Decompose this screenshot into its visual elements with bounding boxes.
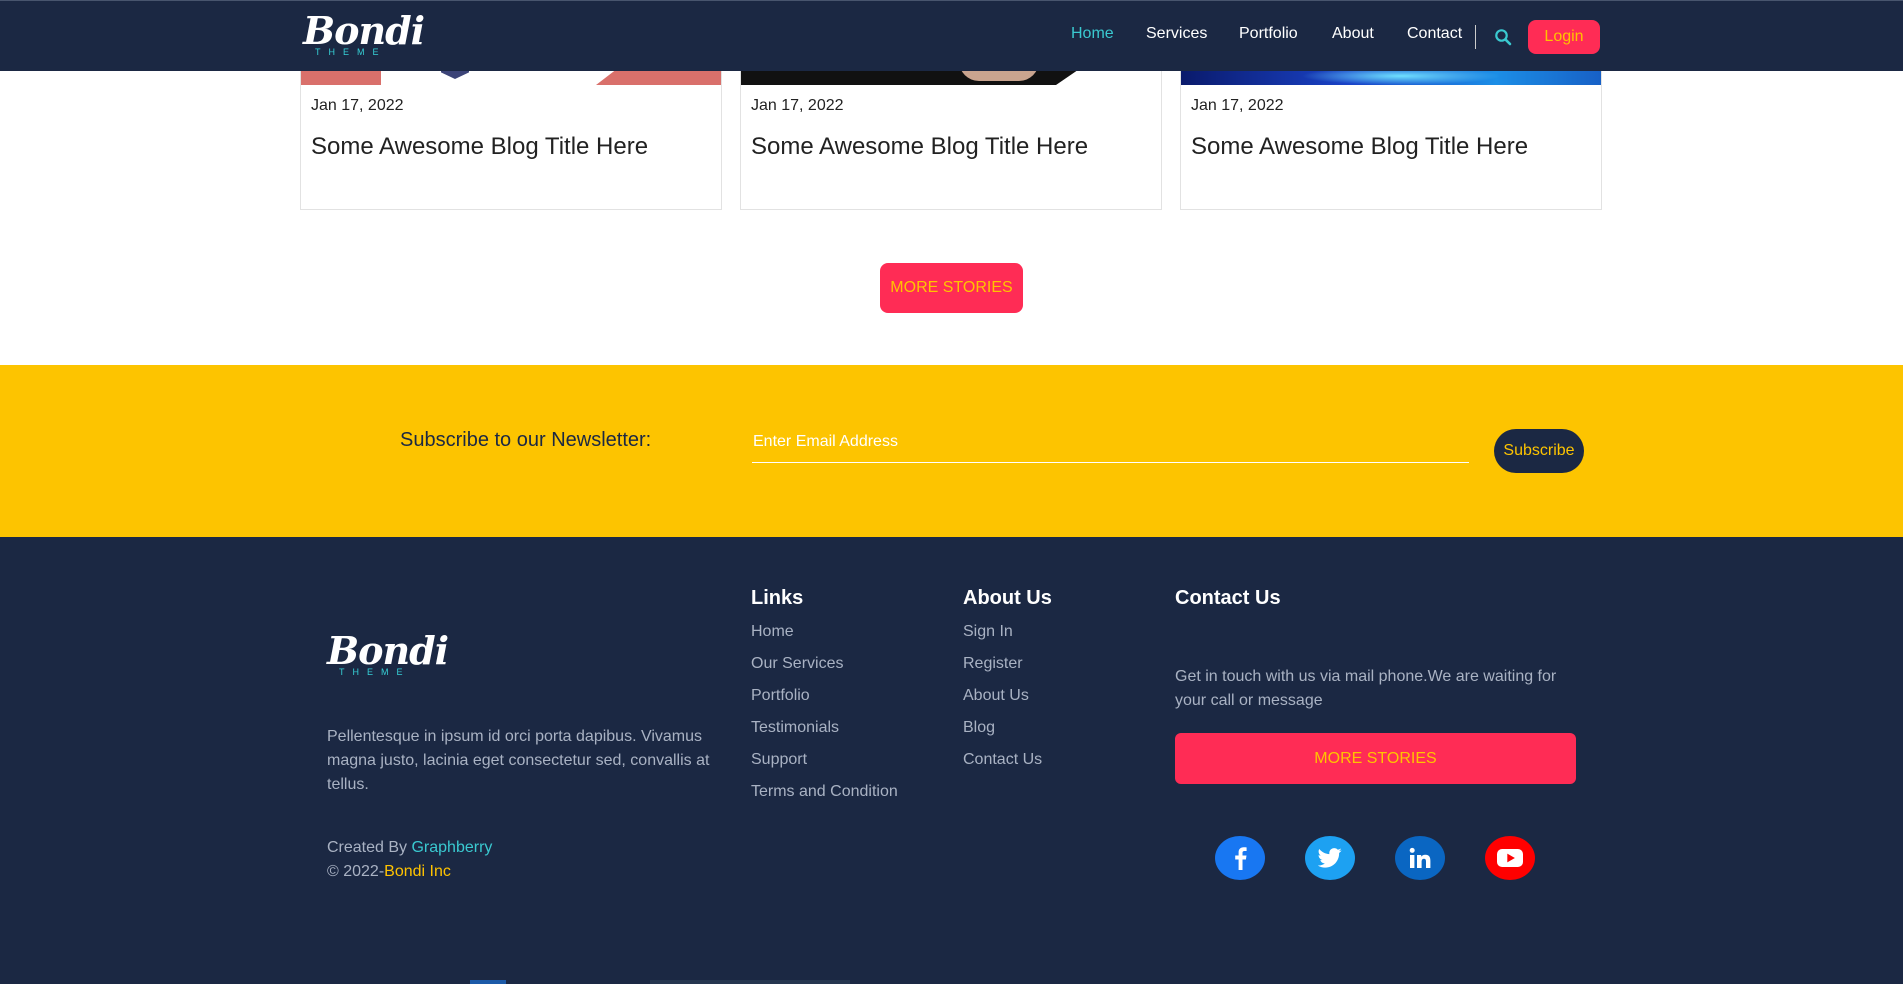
blog-card-date: Jan 17, 2022	[751, 97, 844, 114]
logo-script: Bondi	[303, 8, 425, 53]
blog-card-title[interactable]: Some Awesome Blog Title Here	[751, 133, 1088, 161]
nav-divider	[1475, 25, 1476, 49]
top-navbar: Bondi THEME Home Services Portfolio Abou…	[0, 0, 1903, 71]
copyright-link[interactable]: Bondi Inc	[384, 863, 451, 880]
nav-item-home[interactable]: Home	[1071, 25, 1114, 43]
blog-card-date: Jan 17, 2022	[311, 97, 404, 114]
youtube-icon[interactable]	[1485, 836, 1535, 880]
footer-link-about-us[interactable]: About Us	[963, 687, 1029, 705]
linkedin-icon[interactable]	[1395, 836, 1445, 880]
footer-logo-subtitle: THEME	[339, 667, 411, 677]
nav-item-services[interactable]: Services	[1146, 25, 1207, 43]
links-heading: Links	[751, 587, 804, 609]
login-button[interactable]: Login	[1528, 20, 1600, 54]
contact-heading: Contact Us	[1175, 587, 1281, 609]
footer-link-our-services[interactable]: Our Services	[751, 655, 843, 673]
email-input[interactable]	[752, 422, 1469, 463]
search-icon[interactable]	[1494, 28, 1512, 46]
created-by-link[interactable]: Graphberry	[411, 839, 492, 856]
facebook-icon[interactable]	[1215, 836, 1265, 880]
footer-link-register[interactable]: Register	[963, 655, 1023, 673]
contact-more-stories-button[interactable]: MORE STORIES	[1175, 733, 1576, 784]
footer-link-home[interactable]: Home	[751, 623, 794, 641]
footer-logo[interactable]: Bondi THEME	[327, 631, 449, 681]
blog-card-title[interactable]: Some Awesome Blog Title Here	[1191, 133, 1528, 161]
nav-item-portfolio[interactable]: Portfolio	[1239, 25, 1298, 43]
footer-link-blog[interactable]: Blog	[963, 719, 995, 737]
blog-card-date: Jan 17, 2022	[1191, 97, 1284, 114]
footer: Bondi THEME Pellentesque in ipsum id orc…	[0, 537, 1903, 984]
copyright-prefix: © 2022-	[327, 863, 385, 880]
footer-link-terms[interactable]: Terms and Condition	[751, 783, 898, 801]
more-stories-button[interactable]: MORE STORIES	[880, 263, 1023, 313]
logo-subtitle: THEME	[315, 47, 387, 57]
newsletter-label: Subscribe to our Newsletter:	[400, 429, 652, 451]
twitter-icon[interactable]	[1305, 836, 1355, 880]
footer-link-contact-us[interactable]: Contact Us	[963, 751, 1042, 769]
footer-logo-script: Bondi	[327, 628, 449, 673]
blog-card-title[interactable]: Some Awesome Blog Title Here	[311, 133, 648, 161]
bottom-strip	[0, 980, 1903, 984]
about-heading: About Us	[963, 587, 1052, 609]
footer-link-testimonials[interactable]: Testimonials	[751, 719, 839, 737]
footer-link-support[interactable]: Support	[751, 751, 807, 769]
nav-item-about[interactable]: About	[1332, 25, 1374, 43]
footer-link-sign-in[interactable]: Sign In	[963, 623, 1013, 641]
created-by: Created By Graphberry	[327, 836, 492, 860]
footer-description: Pellentesque in ipsum id orci porta dapi…	[327, 728, 710, 793]
logo[interactable]: Bondi THEME	[303, 11, 425, 61]
contact-text: Get in touch with us via mail phone.We a…	[1175, 668, 1557, 709]
copyright: © 2022-Bondi Inc	[327, 860, 451, 884]
footer-link-portfolio[interactable]: Portfolio	[751, 687, 810, 705]
subscribe-button[interactable]: Subscribe	[1494, 429, 1584, 473]
nav-item-contact[interactable]: Contact	[1407, 25, 1462, 43]
created-by-prefix: Created By	[327, 839, 412, 856]
newsletter-section: Subscribe to our Newsletter: Subscribe	[0, 365, 1903, 537]
